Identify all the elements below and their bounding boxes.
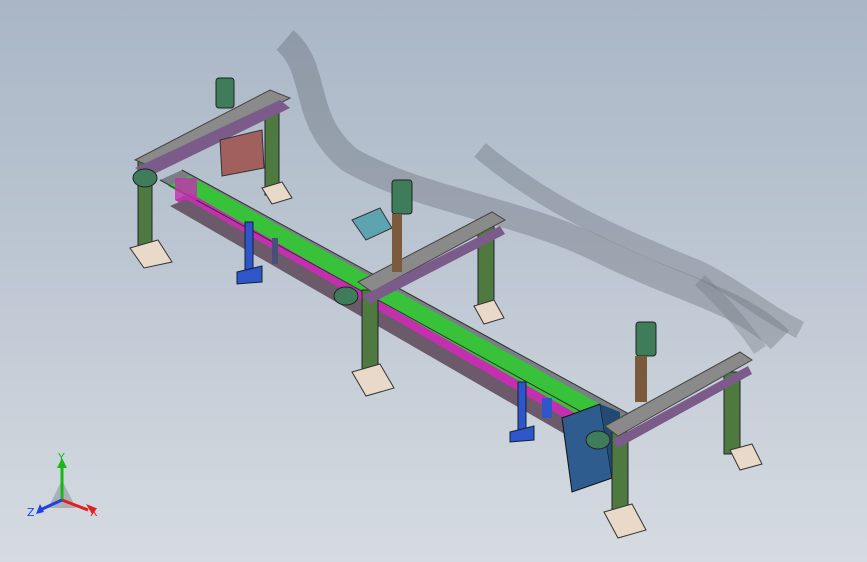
model-canvas[interactable]: Y X Z	[0, 0, 867, 562]
drive-left	[132, 168, 158, 188]
foot-middle-a	[351, 363, 395, 397]
control-cabinet[interactable]	[561, 403, 620, 493]
motor-middle	[391, 179, 413, 215]
y-axis-label: Y	[57, 451, 65, 464]
motor-left	[215, 77, 235, 109]
foot-right-a	[603, 503, 647, 539]
drive-middle	[333, 286, 359, 306]
carriage-head-middle	[351, 207, 393, 241]
cad-viewport[interactable]: Y X Z	[0, 0, 867, 562]
drive-right	[585, 430, 611, 450]
z-axis-label: Z	[27, 506, 35, 519]
motor-right	[635, 321, 657, 357]
foot-left-a	[129, 239, 173, 269]
x-axis-label: X	[90, 506, 98, 519]
gantry-right[interactable]	[585, 321, 763, 539]
axis-triad: Y X Z	[27, 451, 98, 519]
